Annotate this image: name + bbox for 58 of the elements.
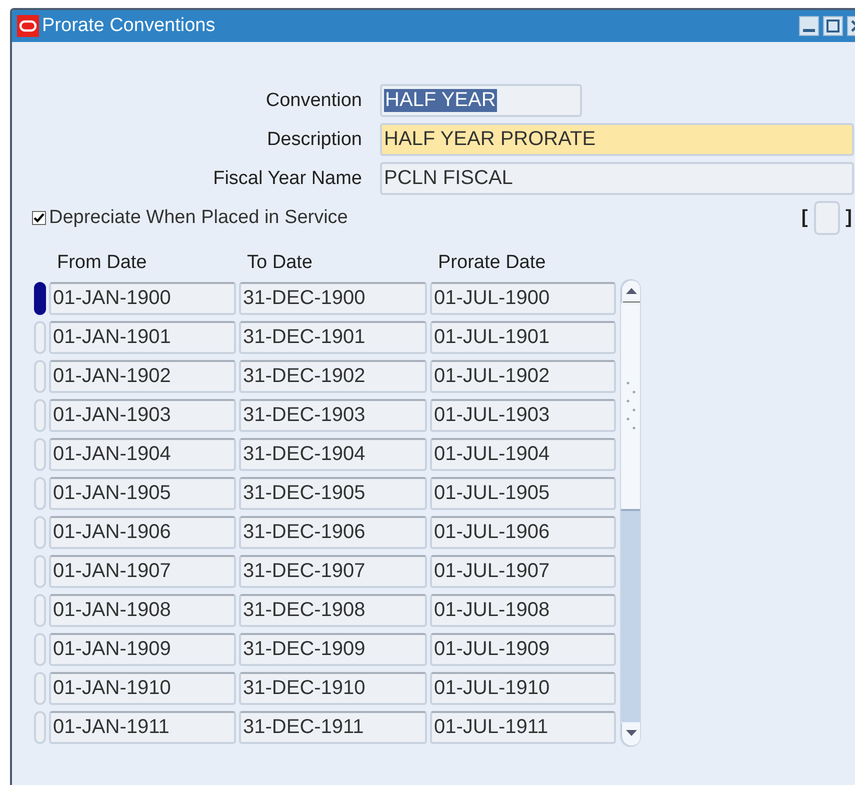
table-cell[interactable]: 01-JUL-1906 [430,516,616,549]
column-header: From Date [56,252,148,275]
scroll-thumb[interactable] [621,304,640,511]
table-cell[interactable]: 31-DEC-1905 [239,477,427,510]
table-cell[interactable]: 31-DEC-1900 [239,282,427,315]
table-cell[interactable]: 01-JUL-1903 [430,399,616,432]
table-cell[interactable]: 01-JUL-1905 [430,477,616,510]
table-cell[interactable]: 01-JUL-1908 [430,594,616,627]
minimize-icon[interactable] [799,16,819,36]
table-cell[interactable]: 31-DEC-1907 [239,555,427,588]
bracket: ] [846,207,852,229]
table-cell[interactable]: 01-JUL-1900 [430,282,616,315]
table-cell[interactable]: 31-DEC-1902 [239,360,427,393]
field-label: Description [266,128,362,150]
text-field[interactable]: HALF YEAR PRORATE [380,123,854,156]
text-field[interactable]: HALF YEAR [380,84,582,117]
table-cell[interactable]: 01-JUL-1904 [430,438,616,471]
table-cell[interactable]: 31-DEC-1904 [239,438,427,471]
window-title: Prorate Conventions [42,15,216,37]
table-cell[interactable]: 01-JAN-1905 [49,477,236,510]
table-cell[interactable]: 01-JAN-1907 [49,555,236,588]
table-cell[interactable]: 01-JAN-1904 [49,438,236,471]
table-cell[interactable]: 31-DEC-1901 [239,321,427,354]
table-cell[interactable]: 01-JUL-1902 [430,360,616,393]
table-cell[interactable]: 01-JAN-1911 [49,711,236,744]
column-header: To Date [246,252,314,275]
column-header: Prorate Date [437,252,547,275]
table-cell[interactable]: 01-JAN-1909 [49,633,236,666]
text-field[interactable]: PCLN FISCAL [380,162,854,195]
checkbox-icon[interactable] [32,211,46,225]
ring-logo-icon [17,15,39,37]
table-cell[interactable]: 01-JUL-1901 [430,321,616,354]
field-label: Convention [264,90,362,112]
scroll-down-icon[interactable] [621,722,640,746]
table-cell[interactable]: 31-DEC-1910 [239,672,427,705]
table-cell[interactable]: 31-DEC-1908 [239,594,427,627]
field-label: Fiscal Year Name [212,168,362,190]
table-cell[interactable]: 01-JUL-1910 [430,672,616,705]
row-indicator[interactable] [34,282,46,315]
table-cell[interactable]: 01-JUL-1907 [430,555,616,588]
table-cell[interactable]: 01-JAN-1906 [49,516,236,549]
table-cell[interactable]: 31-DEC-1911 [239,711,427,744]
bracket: [ [801,207,808,229]
flexfield-box[interactable] [814,201,840,235]
table-cell[interactable]: 01-JUL-1911 [430,711,616,744]
table-cell[interactable]: 01-JAN-1902 [49,360,236,393]
table-cell[interactable]: 01-JAN-1900 [49,282,236,315]
scrollbar[interactable] [620,279,641,747]
maximize-icon[interactable] [823,16,843,36]
table-cell[interactable]: 01-JAN-1910 [49,672,236,705]
table-cell[interactable]: 31-DEC-1903 [239,399,427,432]
table-cell[interactable]: 01-JAN-1903 [49,399,236,432]
table-cell[interactable]: 01-JAN-1901 [49,321,236,354]
table-cell[interactable]: 01-JAN-1908 [49,594,236,627]
table-cell[interactable]: 31-DEC-1906 [239,516,427,549]
table-cell[interactable]: 31-DEC-1909 [239,633,427,666]
scroll-up-icon[interactable] [621,280,640,304]
table-cell[interactable]: 01-JUL-1909 [430,633,616,666]
